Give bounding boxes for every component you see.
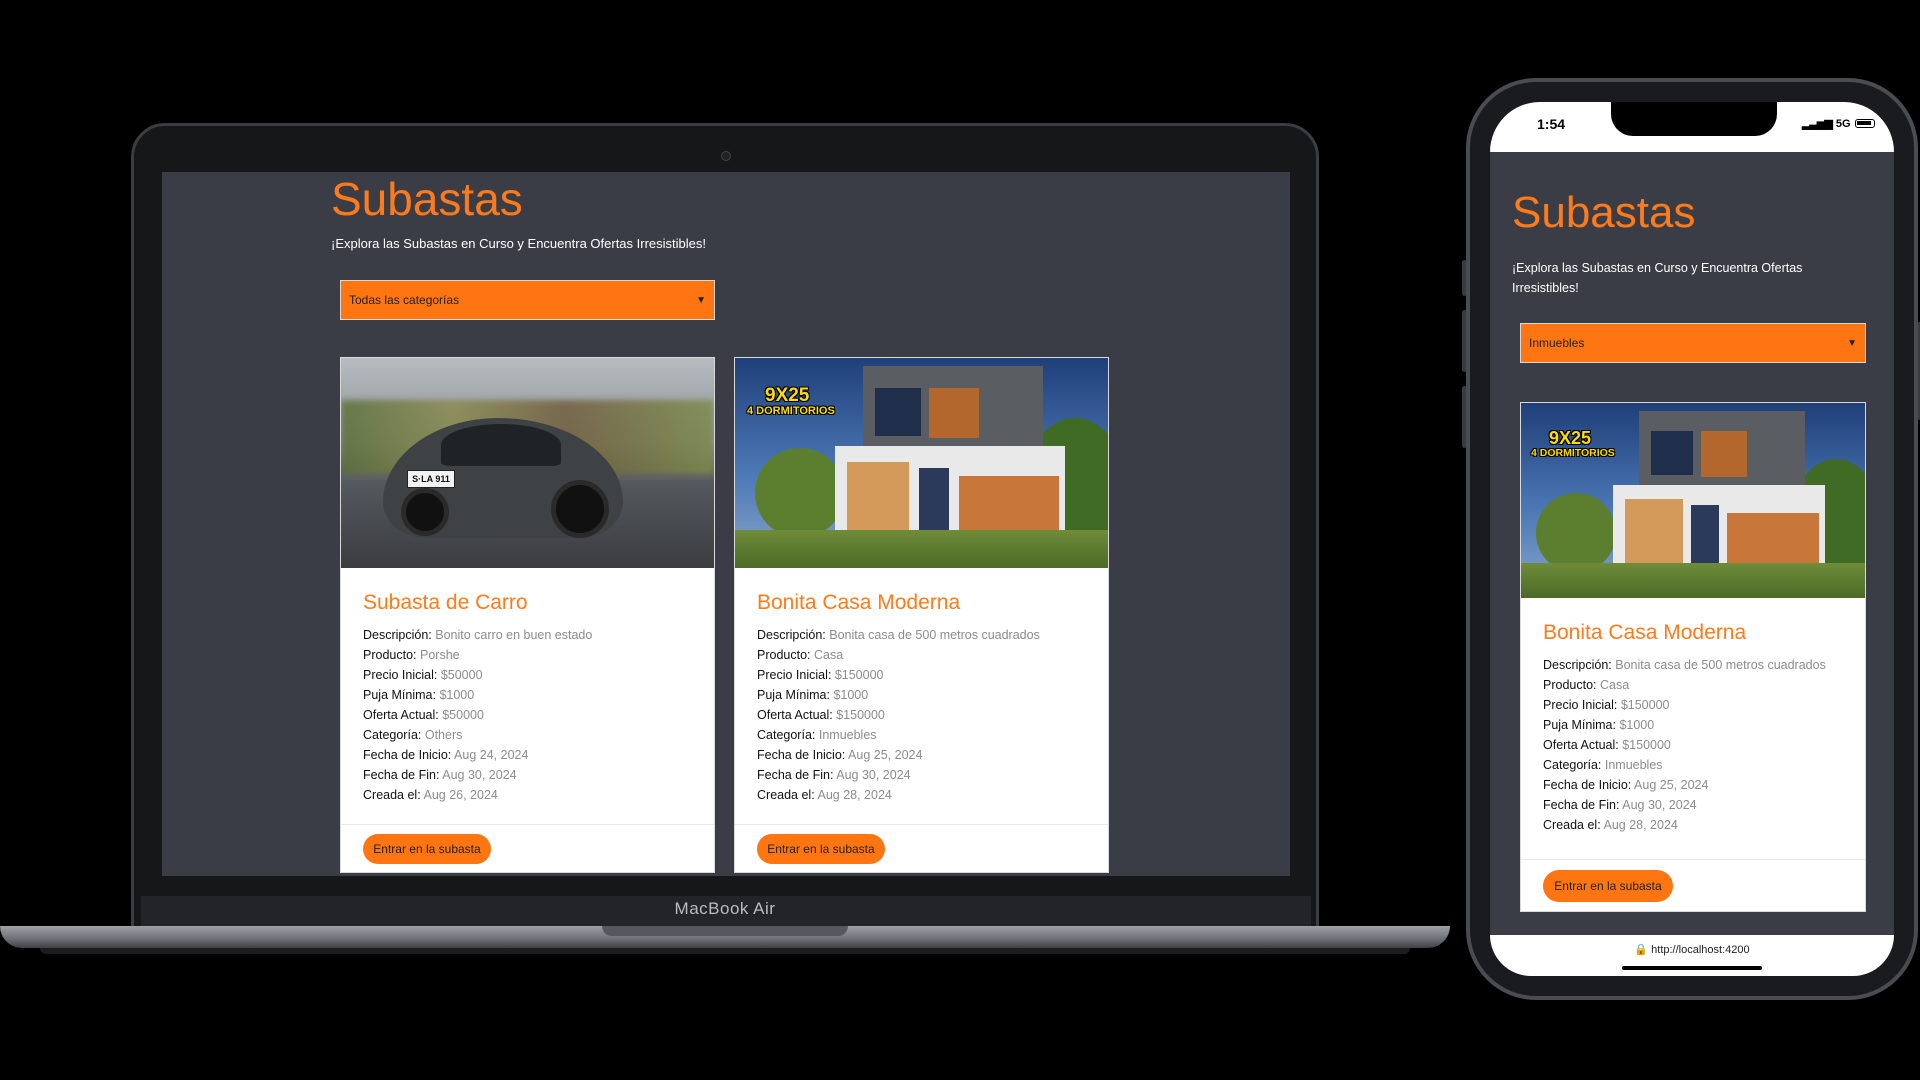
house-image-label: 9X25 <box>1549 428 1592 448</box>
row-categoria: Categoría: Inmuebles <box>757 728 877 742</box>
row-creada: Creada el: Aug 26, 2024 <box>363 788 498 802</box>
page-tagline: ¡Explora las Subastas en Curso y Encuent… <box>1512 261 1803 295</box>
row-fecha-inicio: Fecha de Inicio: Aug 25, 2024 <box>1543 778 1709 792</box>
auction-title: Bonita Casa Moderna <box>1543 621 1747 644</box>
house-image-sublabel: 4 DORMITORIOS <box>747 405 835 417</box>
laptop-brand: MacBook Air <box>674 899 776 918</box>
row-fecha-fin: Fecha de Fin: Aug 30, 2024 <box>757 768 911 782</box>
page-title: Subastas <box>331 173 523 225</box>
laptop-open-notch <box>602 926 848 936</box>
row-categoria: Categoría: Others <box>363 728 463 742</box>
status-time: 1:54 <box>1537 116 1566 132</box>
page-title: Subastas <box>1512 188 1696 237</box>
house-image-sublabel: 4 DORMITORIOS <box>1531 447 1615 459</box>
row-descripcion: Descripción: Bonito carro en buen estado <box>363 628 593 642</box>
auction-title: Bonita Casa Moderna <box>757 591 961 614</box>
battery-icon <box>1854 119 1875 128</box>
row-precio-inicial: Precio Inicial: $150000 <box>757 668 884 682</box>
row-categoria: Categoría: Inmuebles <box>1543 758 1663 772</box>
row-fecha-inicio: Fecha de Inicio: Aug 25, 2024 <box>757 748 923 762</box>
row-fecha-fin: Fecha de Fin: Aug 30, 2024 <box>1543 798 1697 812</box>
home-indicator[interactable] <box>1622 966 1762 970</box>
row-descripcion: Descripción: Bonita casa de 500 metros c… <box>1543 658 1826 672</box>
auction-card: 9X25 4 DORMITORIOS Bonita Casa Moderna D… <box>1520 402 1866 912</box>
row-precio-inicial: Precio Inicial: $150000 <box>1543 698 1670 712</box>
row-oferta-actual: Oferta Actual: $150000 <box>757 708 885 722</box>
url-text: http://localhost:4200 <box>1651 944 1750 956</box>
row-puja-minima: Puja Mínima: $1000 <box>1543 718 1655 732</box>
row-puja-minima: Puja Mínima: $1000 <box>363 688 475 702</box>
row-producto: Producto: Porshe <box>363 648 460 662</box>
row-creada: Creada el: Aug 28, 2024 <box>757 788 892 802</box>
row-precio-inicial: Precio Inicial: $50000 <box>363 668 483 682</box>
card-footer: Entrar en la subasta <box>735 824 1108 872</box>
category-select-value: Inmuebles <box>1529 336 1585 350</box>
network-label: 5G <box>1835 117 1851 130</box>
category-select[interactable]: Inmuebles ▼ <box>1520 323 1866 363</box>
row-puja-minima: Puja Mínima: $1000 <box>757 688 869 702</box>
laptop-base-shadow <box>40 948 1410 954</box>
lock-icon: 🔒 <box>1634 944 1649 956</box>
auction-card: S·LA 911 Subasta de Carro Descripción: B… <box>340 357 715 873</box>
card-footer: Entrar en la subasta <box>1521 859 1865 911</box>
row-fecha-fin: Fecha de Fin: Aug 30, 2024 <box>363 768 517 782</box>
category-select-value: Todas las categorías <box>349 293 460 307</box>
row-oferta-actual: Oferta Actual: $50000 <box>363 708 484 722</box>
house-image: 9X25 4 DORMITORIOS <box>1521 403 1865 598</box>
row-fecha-inicio: Fecha de Inicio: Aug 24, 2024 <box>363 748 529 762</box>
chevron-down-icon: ▼ <box>696 294 706 306</box>
row-creada: Creada el: Aug 28, 2024 <box>1543 818 1678 832</box>
page-tagline: ¡Explora las Subastas en Curso y Encuent… <box>331 236 706 251</box>
car-image: S·LA 911 <box>341 358 714 568</box>
row-producto: Producto: Casa <box>1543 678 1630 692</box>
status-icons: ▂▃▅▆ 5G <box>1802 117 1875 130</box>
row-producto: Producto: Casa <box>757 648 844 662</box>
browser-url: 🔒 http://localhost:4200 <box>1490 943 1894 956</box>
chevron-down-icon: ▼ <box>1847 337 1857 349</box>
phone-app: Subastas ¡Explora las Subastas en Curso … <box>1490 152 1894 935</box>
car-plate: S·LA 911 <box>407 470 455 488</box>
house-image-label: 9X25 <box>765 385 810 406</box>
row-descripcion: Descripción: Bonita casa de 500 metros c… <box>757 628 1040 642</box>
enter-auction-button[interactable]: Entrar en la subasta <box>757 834 885 864</box>
auction-card: 9X25 4 DORMITORIOS Bonita Casa Moderna D… <box>734 357 1109 873</box>
signal-icon: ▂▃▅▆ <box>1802 118 1833 130</box>
category-select[interactable]: Todas las categorías ▼ <box>340 280 715 320</box>
enter-auction-button[interactable]: Entrar en la subasta <box>1543 870 1673 902</box>
phone-notch <box>1611 102 1777 136</box>
enter-auction-button[interactable]: Entrar en la subasta <box>363 834 491 864</box>
card-footer: Entrar en la subasta <box>341 824 714 872</box>
house-image: 9X25 4 DORMITORIOS <box>735 358 1108 568</box>
laptop-camera <box>721 151 731 161</box>
laptop-screen: Subastas ¡Explora las Subastas en Curso … <box>162 172 1290 876</box>
auction-title: Subasta de Carro <box>363 591 528 614</box>
row-oferta-actual: Oferta Actual: $150000 <box>1543 738 1671 752</box>
